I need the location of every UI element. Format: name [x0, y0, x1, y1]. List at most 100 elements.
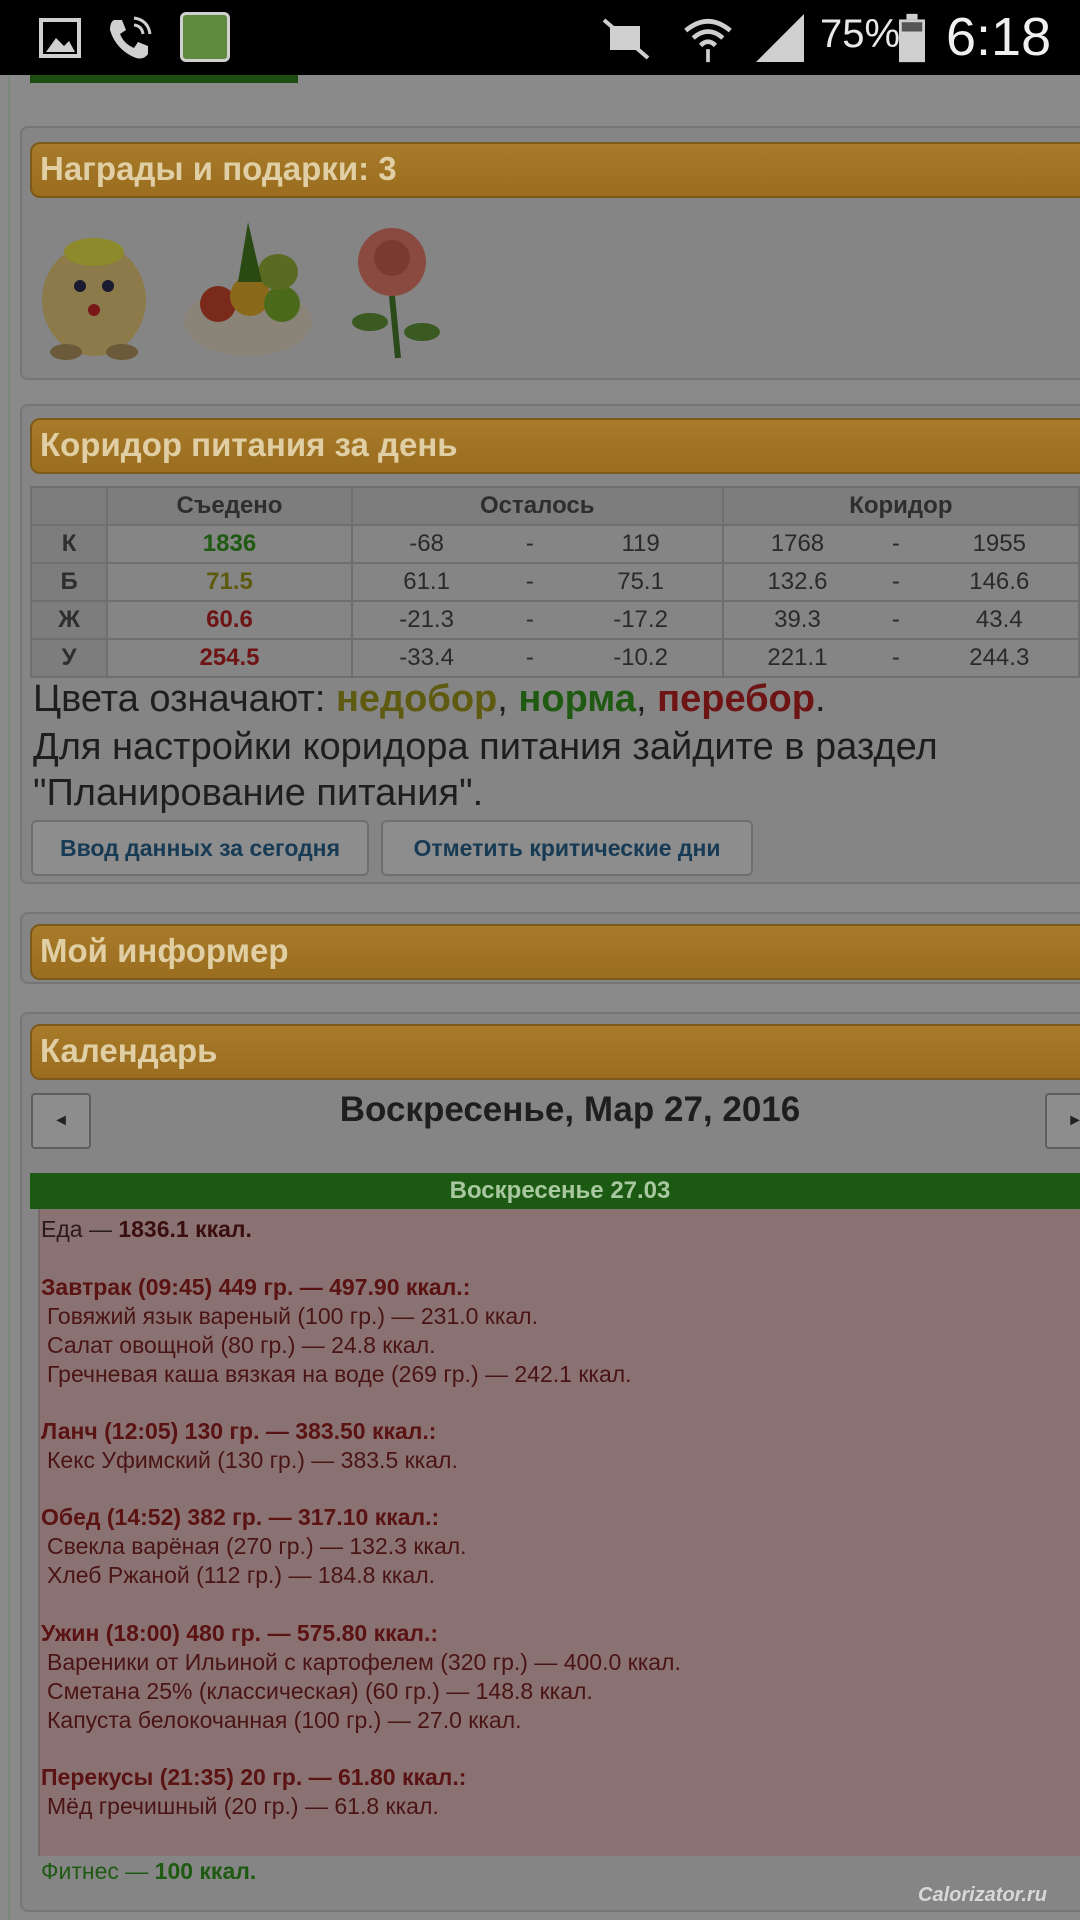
meal-title: Завтрак (09:45) 449 гр. — 497.90 ккал.:: [41, 1274, 471, 1300]
row-label: Ж: [29, 600, 109, 640]
informer-title: Мой информер: [40, 932, 289, 969]
mark-critical-days-button[interactable]: Отметить критические дни: [381, 820, 753, 876]
food-total-label: Еда —: [41, 1216, 119, 1242]
meal-item: Мёд гречишный (20 гр.) — 61.8 ккал.: [47, 1793, 439, 1819]
day-header[interactable]: Воскресенье 27.03: [30, 1173, 1080, 1209]
corridor-min: 1768: [721, 524, 872, 564]
fitness-label: Фитнес —: [41, 1858, 155, 1884]
meal-item: Хлеб Ржаной (112 гр.) — 184.8 ккал.: [47, 1562, 436, 1588]
meal-item: Сметана 25% (классическая) (60 гр.) — 14…: [47, 1678, 593, 1704]
dash: -: [500, 562, 560, 602]
eaten-value: 254.5: [106, 638, 353, 678]
planning-note: Для настройки коридора питания зайдите в…: [33, 726, 938, 814]
corner-cell: [29, 486, 109, 526]
signal-icon: [756, 14, 804, 62]
legend-sep: ,: [636, 678, 658, 720]
legend-norm: норма: [518, 678, 637, 720]
remaining-max: -10.2: [559, 638, 724, 678]
nutrition-header: Коридор питания за день: [30, 418, 1080, 474]
table-row: Б 71.5 61.1 - 75.1 132.6 - 146.6: [29, 562, 1080, 602]
battery-icon: [899, 13, 925, 63]
meal-item: Салат овощной (80 гр.) — 24.8 ккал.: [47, 1332, 436, 1358]
corridor-min: 221.1: [721, 638, 872, 678]
nutrition-table: Съедено Осталось Коридор К 1836 -68 - 11…: [29, 486, 1080, 678]
meal-item: Свекла варёная (270 гр.) — 132.3 ккал.: [47, 1533, 467, 1559]
meal-item: Кекс Уфимский (130 гр.) — 383.5 ккал.: [47, 1447, 458, 1473]
dash: -: [871, 524, 921, 564]
meal-item: Вареники от Ильиной с картофелем (320 гр…: [47, 1649, 681, 1675]
meal-title: Перекусы (21:35) 20 гр. — 61.80 ккал.:: [41, 1764, 467, 1790]
mute-icon: [602, 18, 650, 60]
legend-prefix: Цвета означают:: [33, 678, 336, 720]
gallery-icon: [39, 18, 81, 58]
remaining-min: 61.1: [350, 562, 501, 602]
next-day-button[interactable]: ►: [1045, 1093, 1080, 1149]
informer-header[interactable]: Мой информер: [30, 924, 1080, 980]
meal-title: Ужин (18:00) 480 гр. — 575.80 ккал.:: [41, 1620, 439, 1646]
dash: -: [871, 638, 921, 678]
corridor-max: 244.3: [920, 638, 1080, 678]
remaining-max: -17.2: [559, 600, 724, 640]
eaten-value: 1836: [106, 524, 353, 564]
color-legend: Цвета означают: недобор, норма, перебор.: [33, 678, 826, 721]
food-total: Еда — 1836.1 ккал.: [41, 1216, 252, 1243]
table-row: К 1836 -68 - 119 1768 - 1955: [29, 524, 1080, 564]
table-header-row: Съедено Осталось Коридор: [29, 486, 1080, 526]
remaining-min: -68: [350, 524, 501, 564]
nutrition-title: Коридор питания за день: [40, 426, 458, 463]
clock: 6:18: [946, 7, 1052, 67]
status-bar: 75% 6:18: [0, 0, 1080, 75]
battery-percent: 75%: [820, 12, 901, 56]
watermark: Calorizator.ru: [918, 1884, 1047, 1906]
dash: -: [500, 524, 560, 564]
row-label: У: [29, 638, 109, 678]
app-notification-icon: [180, 12, 230, 62]
dash: -: [500, 600, 560, 640]
dash: -: [871, 600, 921, 640]
meal-item: Капуста белокочанная (100 гр.) — 27.0 кк…: [47, 1707, 522, 1733]
food-total-value: 1836.1 ккал.: [118, 1216, 252, 1242]
input-today-button[interactable]: Ввод данных за сегодня: [31, 820, 369, 876]
fitness-value: 100 ккал.: [154, 1858, 257, 1884]
fruit-salad-gift[interactable]: [178, 212, 318, 362]
legend-over: перебор: [657, 678, 815, 720]
remaining-min: -33.4: [350, 638, 501, 678]
meal-title: Ланч (12:05) 130 гр. — 383.50 ккал.:: [41, 1418, 437, 1444]
col-eaten-header: Съедено: [106, 486, 353, 526]
straw-doll-gift[interactable]: [30, 212, 158, 362]
meal-item: Говяжий язык вареный (100 гр.) — 231.0 к…: [47, 1303, 538, 1329]
calendar-title: Календарь: [40, 1032, 218, 1069]
calendar-header: Календарь: [30, 1024, 1080, 1080]
dash: -: [871, 562, 921, 602]
awards-title: Награды и подарки: 3: [40, 150, 397, 187]
calendar-date: Воскресенье, Мар 27, 2016: [339, 1090, 801, 1129]
corridor-min: 39.3: [721, 600, 872, 640]
col-remaining-header: Осталось: [350, 486, 724, 526]
wifi-icon: [684, 18, 732, 63]
awards-header: Награды и подарки: 3: [30, 142, 1080, 198]
corridor-min: 132.6: [721, 562, 872, 602]
remaining-min: -21.3: [350, 600, 501, 640]
phone-call-icon: [110, 16, 152, 59]
col-corridor-header: Коридор: [721, 486, 1080, 526]
meal-item: Гречневая каша вязкая на воде (269 гр.) …: [47, 1361, 632, 1387]
legend-end: .: [814, 678, 826, 720]
prev-day-button[interactable]: ◄: [31, 1093, 91, 1149]
eaten-value: 60.6: [106, 600, 353, 640]
informer-panel: Мой информер: [20, 912, 1080, 984]
table-row: У 254.5 -33.4 - -10.2 221.1 - 244.3: [29, 638, 1080, 678]
remaining-max: 119: [559, 524, 724, 564]
table-row: Ж 60.6 -21.3 - -17.2 39.3 - 43.4: [29, 600, 1080, 640]
dash: -: [500, 638, 560, 678]
remaining-max: 75.1: [559, 562, 724, 602]
rose-gift[interactable]: [336, 212, 456, 362]
corridor-max: 43.4: [920, 600, 1080, 640]
row-label: К: [29, 524, 109, 564]
progress-bar-remnant: [30, 75, 298, 83]
eaten-value: 71.5: [106, 562, 353, 602]
row-label: Б: [29, 562, 109, 602]
legend-under: недобор: [335, 678, 498, 720]
corridor-max: 146.6: [920, 562, 1080, 602]
corridor-max: 1955: [920, 524, 1080, 564]
legend-sep: ,: [497, 678, 519, 720]
